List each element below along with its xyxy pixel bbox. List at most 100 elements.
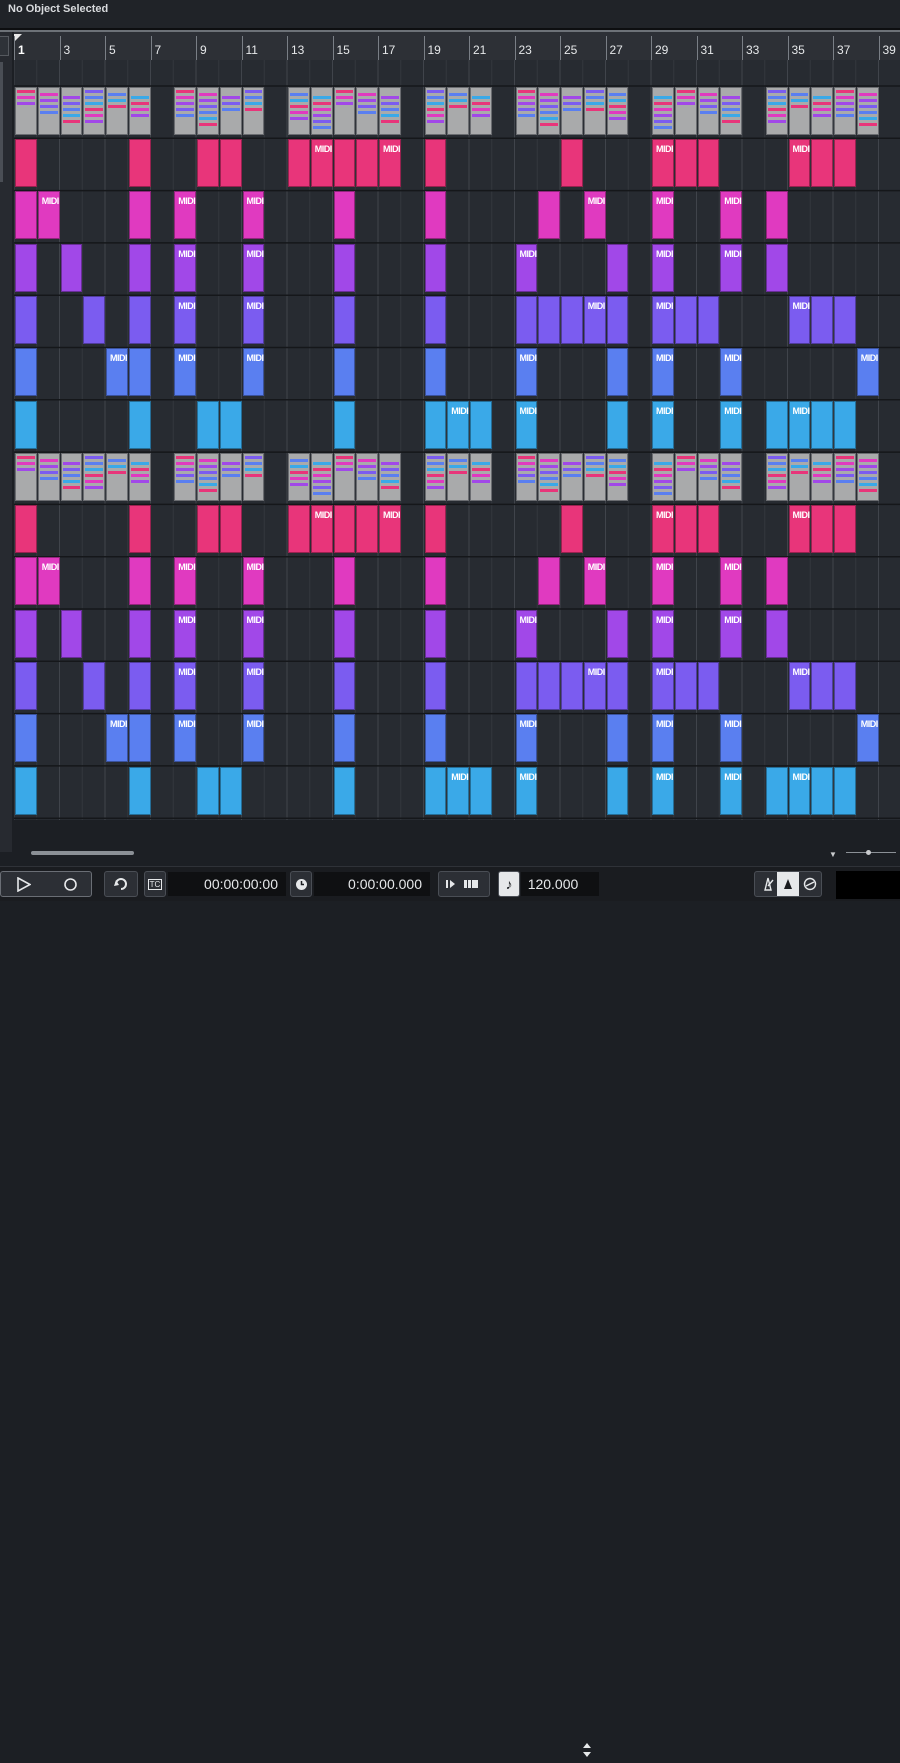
arranger-part[interactable]: [174, 87, 196, 135]
midi-part[interactable]: [765, 191, 788, 240]
midi-part[interactable]: [424, 400, 447, 449]
midi-part[interactable]: [538, 191, 560, 240]
arranger-part[interactable]: [60, 87, 83, 135]
midi-part[interactable]: [197, 766, 219, 815]
midi-part[interactable]: MIDI: [583, 557, 606, 606]
midi-part[interactable]: [538, 661, 560, 710]
midi-part[interactable]: [834, 505, 856, 553]
arranger-part[interactable]: [288, 453, 310, 501]
arranger-part[interactable]: [37, 453, 60, 501]
arranger-part[interactable]: [379, 87, 401, 135]
midi-part[interactable]: [333, 714, 356, 763]
midi-part[interactable]: MIDI: [242, 661, 265, 710]
arranger-part[interactable]: [606, 87, 629, 135]
midi-part[interactable]: [219, 505, 242, 553]
midi-part[interactable]: MIDI: [106, 714, 128, 763]
arranger-part[interactable]: [561, 453, 583, 501]
arranger-part[interactable]: [765, 87, 788, 135]
midi-part[interactable]: [15, 191, 37, 240]
arranger-part[interactable]: [83, 87, 105, 135]
midi-part[interactable]: [60, 609, 83, 658]
midi-part[interactable]: [424, 609, 447, 658]
midi-part[interactable]: [15, 661, 37, 710]
midi-part[interactable]: [333, 400, 356, 449]
arranger-part[interactable]: [288, 87, 310, 135]
horizontal-scrollbar[interactable]: ▼: [14, 846, 900, 859]
midi-part[interactable]: [333, 609, 356, 658]
midi-part[interactable]: MIDI: [652, 557, 674, 606]
midi-part[interactable]: [606, 243, 629, 292]
midi-part[interactable]: MIDI: [652, 661, 674, 710]
arranger-part[interactable]: [515, 87, 538, 135]
midi-part[interactable]: MIDI: [242, 348, 265, 397]
tempo-display[interactable]: 120.000: [521, 872, 599, 896]
midi-part[interactable]: [515, 295, 538, 344]
arranger-part[interactable]: [583, 87, 606, 135]
arranger-part[interactable]: [720, 453, 742, 501]
midi-part[interactable]: [197, 139, 219, 187]
midi-part[interactable]: [674, 661, 697, 710]
midi-part[interactable]: MIDI: [652, 400, 674, 449]
midi-part[interactable]: [765, 609, 788, 658]
midi-part[interactable]: [834, 295, 856, 344]
arranger-part[interactable]: [765, 453, 788, 501]
midi-part[interactable]: [811, 766, 833, 815]
midi-part[interactable]: [333, 243, 356, 292]
midi-part[interactable]: MIDI: [583, 191, 606, 240]
arranger-part[interactable]: [652, 453, 674, 501]
midi-part[interactable]: MIDI: [174, 295, 196, 344]
arranger-part[interactable]: [811, 453, 833, 501]
arranger-part[interactable]: [834, 453, 856, 501]
midi-part[interactable]: MIDI: [720, 243, 742, 292]
arranger-part[interactable]: [470, 87, 492, 135]
midi-part[interactable]: MIDI: [515, 766, 538, 815]
midi-part[interactable]: [606, 295, 629, 344]
midi-part[interactable]: MIDI: [174, 191, 196, 240]
midi-part[interactable]: [697, 295, 720, 344]
midi-part[interactable]: [606, 609, 629, 658]
arranger-part[interactable]: [128, 453, 151, 501]
midi-part[interactable]: [470, 766, 492, 815]
precount-icon[interactable]: [777, 872, 799, 896]
arranger-part[interactable]: [310, 453, 333, 501]
midi-part[interactable]: [424, 714, 447, 763]
arranger-part[interactable]: [606, 453, 629, 501]
midi-part[interactable]: MIDI: [720, 609, 742, 658]
midi-part[interactable]: [219, 400, 242, 449]
arranger-part[interactable]: [652, 87, 674, 135]
midi-part[interactable]: [538, 295, 560, 344]
midi-part[interactable]: [197, 505, 219, 553]
arranger-part[interactable]: [219, 87, 242, 135]
midi-part[interactable]: MIDI: [174, 557, 196, 606]
secondary-time-format-button[interactable]: [290, 871, 312, 897]
metronome-icon[interactable]: [761, 877, 775, 891]
midi-part[interactable]: MIDI: [720, 348, 742, 397]
midi-part[interactable]: MIDI: [37, 557, 60, 606]
midi-part[interactable]: [128, 139, 151, 187]
horizontal-zoom-slider[interactable]: [846, 852, 896, 853]
midi-part[interactable]: [811, 295, 833, 344]
midi-part[interactable]: [15, 609, 37, 658]
midi-part[interactable]: [424, 139, 447, 187]
midi-part[interactable]: [15, 557, 37, 606]
midi-part[interactable]: MIDI: [174, 714, 196, 763]
arranger-part[interactable]: [310, 87, 333, 135]
midi-part[interactable]: [765, 557, 788, 606]
midi-part[interactable]: [356, 505, 378, 553]
midi-part[interactable]: [333, 557, 356, 606]
arranger-part[interactable]: [424, 453, 447, 501]
arranger-part[interactable]: [561, 87, 583, 135]
arranger-part[interactable]: [856, 87, 879, 135]
arranger-part[interactable]: [15, 87, 37, 135]
midi-part[interactable]: [424, 505, 447, 553]
midi-part[interactable]: [128, 505, 151, 553]
midi-part[interactable]: MIDI: [720, 400, 742, 449]
midi-part[interactable]: [424, 191, 447, 240]
midi-part[interactable]: [606, 348, 629, 397]
midi-part[interactable]: [128, 661, 151, 710]
midi-part[interactable]: [356, 139, 378, 187]
midi-part[interactable]: [128, 766, 151, 815]
midi-part[interactable]: [561, 295, 583, 344]
midi-part[interactable]: [15, 714, 37, 763]
midi-part[interactable]: MIDI: [174, 609, 196, 658]
